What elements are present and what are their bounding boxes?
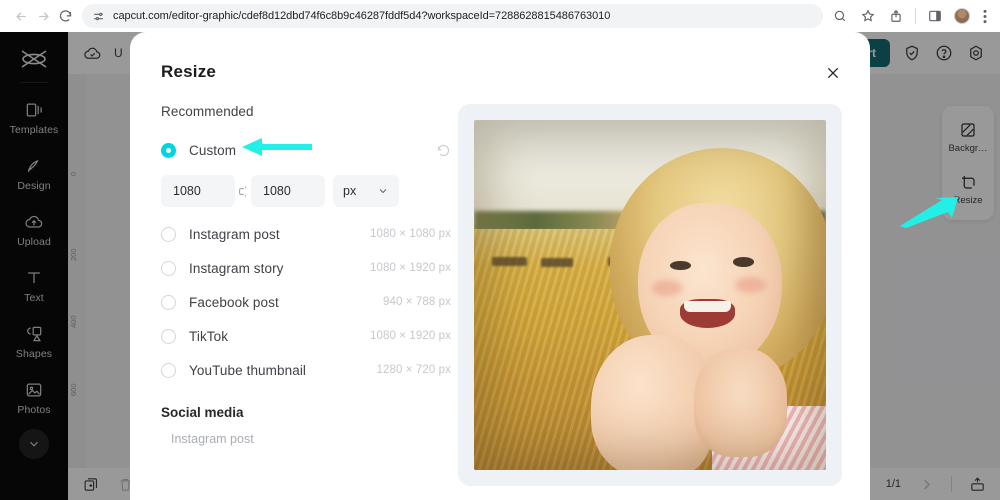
photo-teeth	[684, 300, 731, 312]
social-media-heading: Social media	[161, 405, 244, 420]
link-ratio-icon[interactable]	[235, 181, 249, 201]
divider	[915, 8, 916, 24]
back-icon[interactable]	[10, 5, 32, 27]
photo-hand	[693, 347, 787, 458]
photo-hay-bale	[491, 256, 527, 266]
preview-panel	[458, 104, 842, 486]
preset-instagram-story[interactable]: Instagram story 1080 × 1920 px	[161, 251, 451, 285]
share-icon[interactable]	[887, 7, 905, 25]
unit-value: px	[343, 184, 357, 198]
browser-toolbar: capcut.com/editor-graphic/cdef8d12dbd74f…	[0, 0, 1000, 32]
preset-youtube-thumbnail[interactable]: YouTube thumbnail 1280 × 720 px	[161, 353, 451, 387]
width-value: 1080	[173, 184, 201, 198]
social-media-item[interactable]: Instagram post	[161, 432, 451, 446]
width-input[interactable]: 1080	[161, 175, 249, 207]
recommended-heading: Recommended	[161, 104, 254, 119]
social-media-section: Social media Instagram post	[161, 405, 451, 446]
preset-label: YouTube thumbnail	[189, 362, 307, 378]
kebab-menu-icon[interactable]	[980, 7, 990, 25]
star-icon[interactable]	[859, 7, 877, 25]
height-input[interactable]: 1080	[251, 175, 325, 207]
address-bar[interactable]: capcut.com/editor-graphic/cdef8d12dbd74f…	[82, 4, 823, 28]
photo-cheek	[651, 280, 682, 297]
preset-tiktok[interactable]: TikTok 1080 × 1920 px	[161, 319, 451, 353]
option-label: Custom	[189, 142, 237, 158]
side-panel-icon[interactable]	[926, 7, 944, 25]
close-icon[interactable]	[822, 62, 844, 84]
arrow-pointing-left-at-custom-option	[242, 138, 312, 156]
screen-root: capcut.com/editor-graphic/cdef8d12dbd74f…	[0, 0, 1000, 500]
photo-hay-bale	[540, 258, 573, 268]
photo-girl	[591, 148, 826, 470]
preview-photo	[474, 120, 826, 470]
height-value: 1080	[263, 184, 291, 198]
tune-icon[interactable]	[92, 10, 105, 23]
preset-instagram-post[interactable]: Instagram post 1080 × 1080 px	[161, 217, 451, 251]
custom-size-controls: 1080 1080 px	[161, 175, 451, 207]
radio-preset[interactable]	[161, 260, 176, 276]
preset-label: Instagram story	[189, 260, 284, 276]
preset-dimensions: 1080 × 1920 px	[369, 330, 451, 342]
radio-preset[interactable]	[161, 294, 176, 310]
radio-preset[interactable]	[161, 328, 176, 344]
preset-dimensions: 1080 × 1920 px	[369, 262, 451, 274]
preset-dimensions: 940 × 788 px	[382, 296, 451, 308]
preset-label: Instagram post	[189, 226, 280, 242]
arrow-pointing-right-at-resize-button	[900, 197, 958, 228]
preset-label: Facebook post	[189, 294, 279, 310]
reload-icon[interactable]	[54, 5, 76, 27]
dialog-title: Resize	[161, 62, 217, 81]
forward-icon[interactable]	[32, 5, 54, 27]
preset-label: TikTok	[189, 328, 229, 344]
preset-dimensions: 1280 × 720 px	[376, 364, 451, 376]
radio-preset[interactable]	[161, 362, 176, 378]
radio-preset[interactable]	[161, 226, 176, 242]
browser-actions	[831, 7, 990, 25]
unit-select[interactable]: px	[333, 175, 399, 207]
preset-dimensions: 1080 × 1080 px	[369, 228, 451, 240]
zoom-icon[interactable]	[831, 7, 849, 25]
radio-custom[interactable]	[161, 142, 176, 158]
chevron-down-icon	[377, 185, 389, 197]
preset-facebook-post[interactable]: Facebook post 940 × 788 px	[161, 285, 451, 319]
reset-icon[interactable]	[436, 143, 451, 158]
resize-dialog: Resize Recommended Custom 1080 1080 px I…	[130, 32, 870, 500]
avatar[interactable]	[954, 8, 970, 24]
photo-cheek	[735, 276, 766, 293]
url-text: capcut.com/editor-graphic/cdef8d12dbd74f…	[113, 10, 611, 22]
